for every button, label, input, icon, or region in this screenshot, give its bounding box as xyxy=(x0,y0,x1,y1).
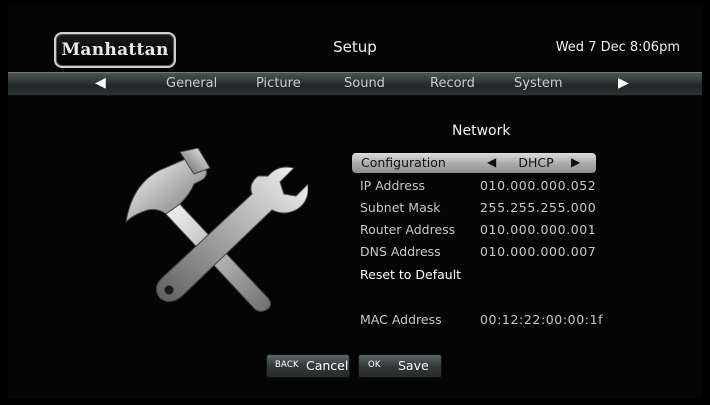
tab-sound[interactable]: Sound xyxy=(344,76,385,91)
section-title: Network xyxy=(452,123,511,139)
tab-picture[interactable]: Picture xyxy=(256,76,301,91)
tab-general[interactable]: General xyxy=(166,76,217,91)
router-address-value[interactable]: 010.000.000.001 xyxy=(480,222,596,237)
configuration-label: Configuration xyxy=(361,155,446,170)
router-address-label: Router Address xyxy=(360,222,456,237)
tab-next-arrow-icon[interactable]: ▶ xyxy=(618,75,629,91)
ok-key-label: OK xyxy=(368,360,381,370)
configuration-value: DHCP xyxy=(518,155,554,170)
clock: Wed 7 Dec 8:06pm xyxy=(555,40,680,55)
tab-bar: ◀ General Picture Sound Record System ▶ xyxy=(8,72,702,96)
mac-address-value: 00:12:22:00:00:1f xyxy=(480,312,604,327)
mac-address-label: MAC Address xyxy=(360,312,442,327)
tab-system[interactable]: System xyxy=(514,76,562,91)
back-key-label: BACK xyxy=(275,360,299,370)
cancel-button[interactable]: BACK Cancel xyxy=(266,354,350,378)
ip-address-value[interactable]: 010.000.000.052 xyxy=(480,178,596,193)
subnet-mask-label: Subnet Mask xyxy=(360,200,441,215)
ip-address-label: IP Address xyxy=(360,178,425,193)
subnet-mask-value[interactable]: 255.255.255.000 xyxy=(480,200,596,215)
config-prev-arrow-icon[interactable]: ◀ xyxy=(487,155,496,169)
dns-address-value[interactable]: 010.000.000.007 xyxy=(480,244,596,259)
config-next-arrow-icon[interactable]: ▶ xyxy=(571,155,580,169)
configuration-selector[interactable]: Configuration ◀ DHCP ▶ xyxy=(352,153,596,173)
tv-screen: Manhattan Setup Wed 7 Dec 8:06pm ◀ Gener… xyxy=(8,6,702,399)
cancel-label: Cancel xyxy=(306,358,349,373)
save-button[interactable]: OK Save xyxy=(358,354,442,378)
reset-to-default-button[interactable]: Reset to Default xyxy=(360,267,461,282)
save-label: Save xyxy=(398,358,429,373)
dns-address-label: DNS Address xyxy=(360,244,441,259)
tab-record[interactable]: Record xyxy=(430,76,475,91)
tab-prev-arrow-icon[interactable]: ◀ xyxy=(95,75,106,91)
hammer-and-wrench-icon xyxy=(118,147,309,318)
